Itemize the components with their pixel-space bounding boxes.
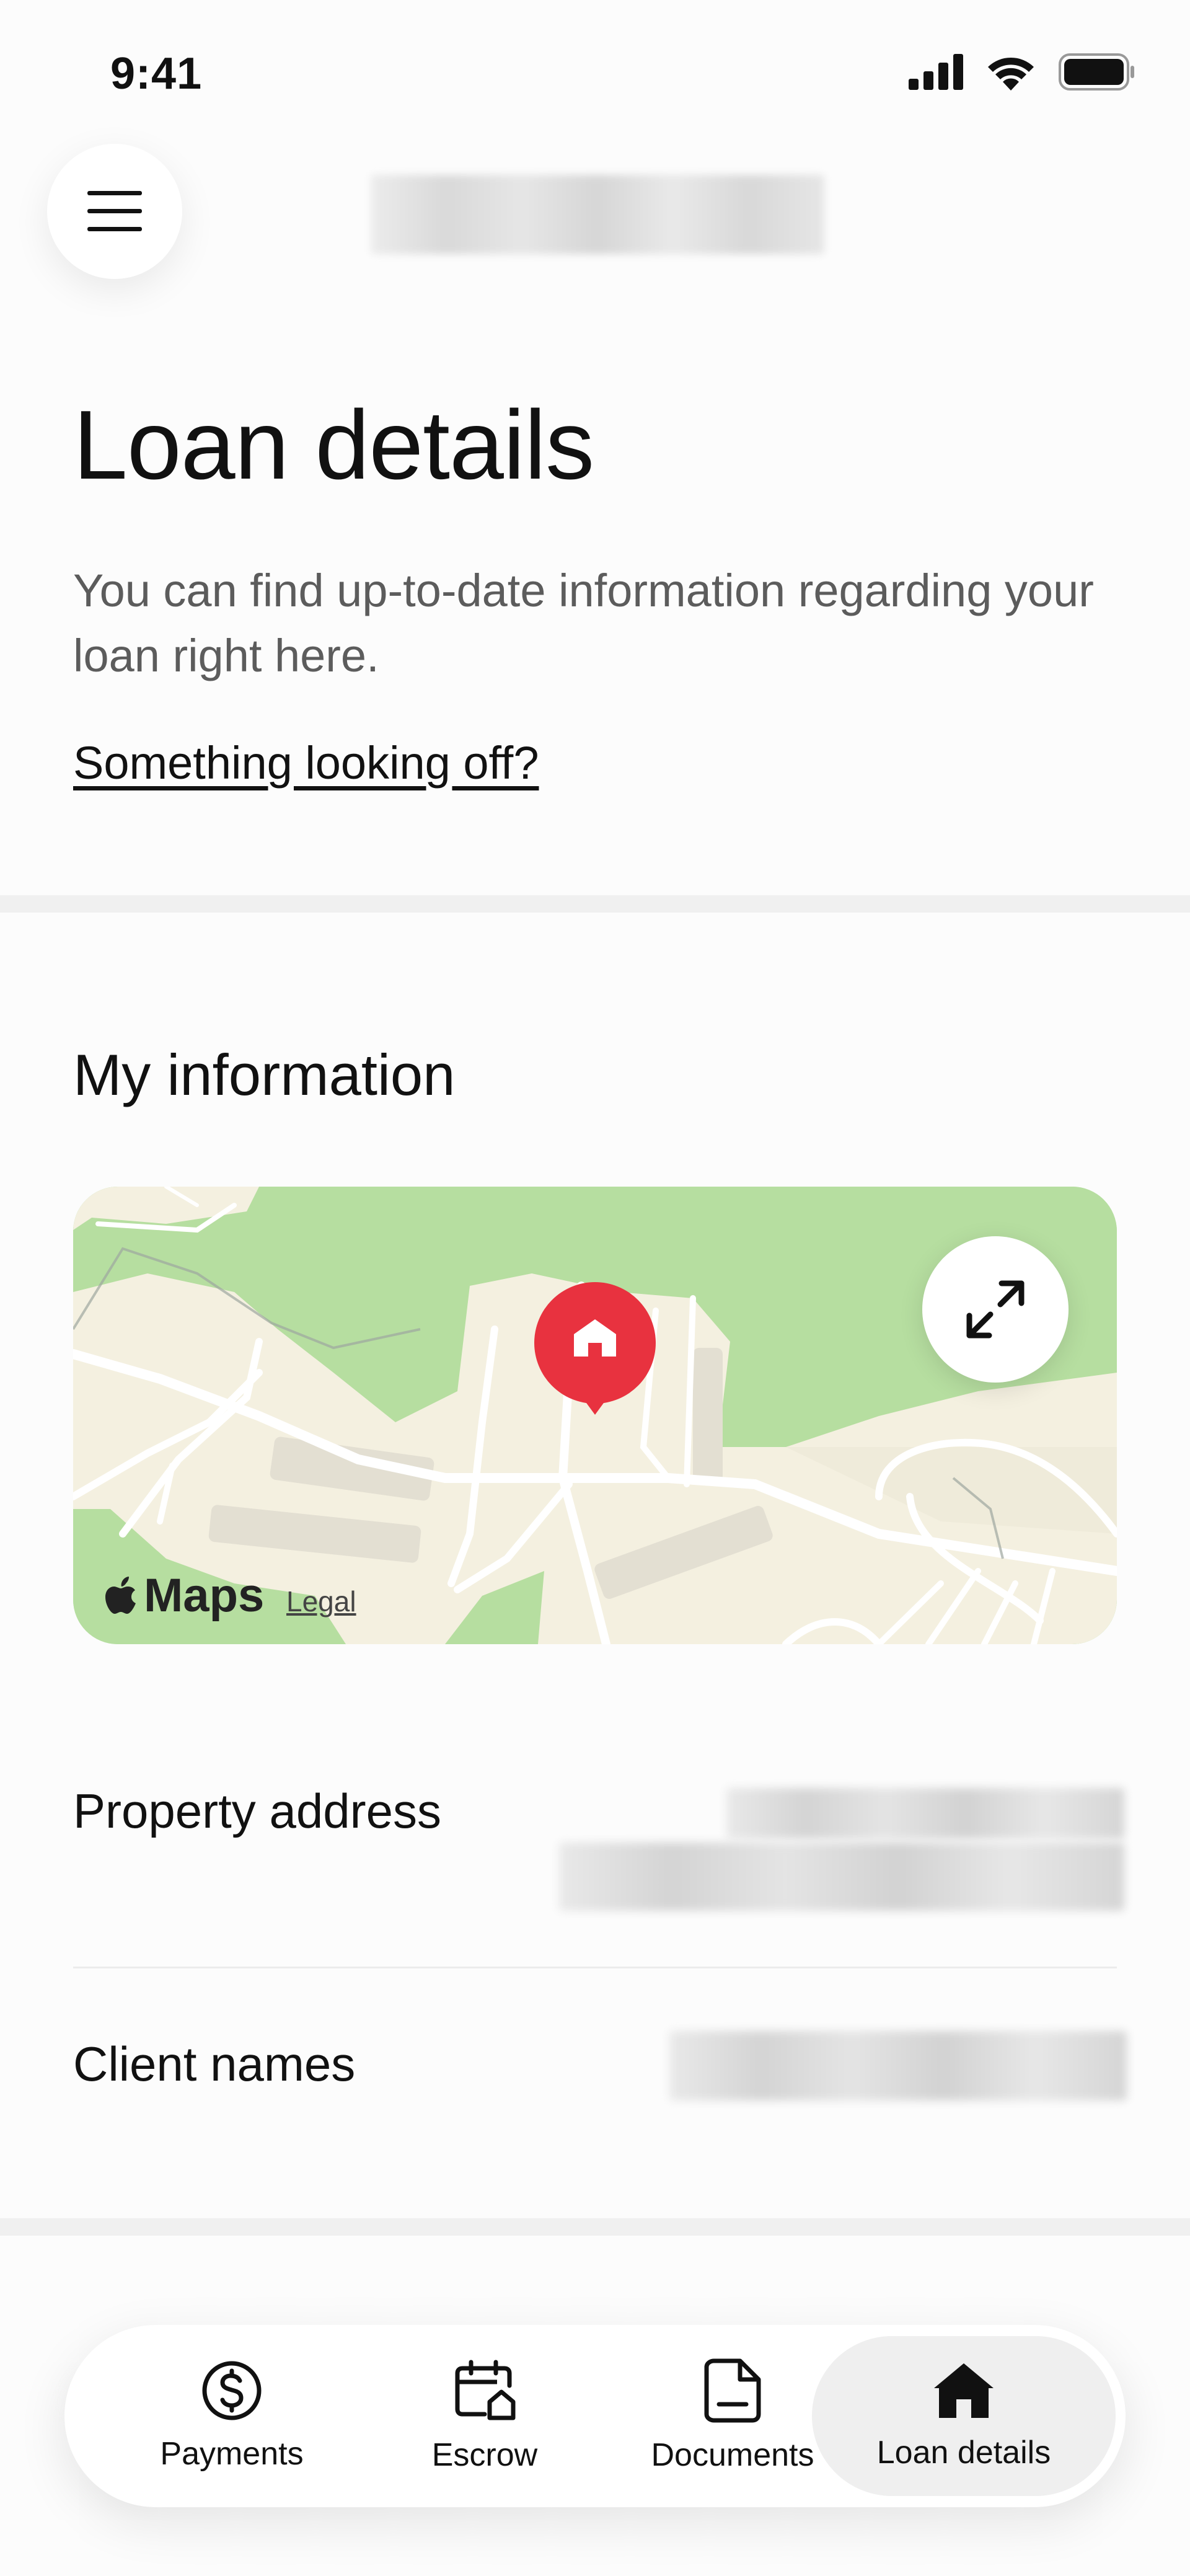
- my-information-title: My information: [73, 1042, 456, 1107]
- home-icon: [934, 2363, 994, 2418]
- apple-logo-icon: [105, 1576, 136, 1614]
- section-divider: [0, 895, 1190, 913]
- cellular-signal-icon: [909, 54, 963, 90]
- status-time: 9:41: [110, 49, 203, 99]
- status-icons: [909, 53, 1135, 91]
- property-address-label: Property address: [73, 1784, 441, 1838]
- maps-legal-link[interactable]: Legal: [286, 1585, 356, 1618]
- hamburger-menu-icon: [87, 191, 142, 231]
- nav-documents-label: Documents: [651, 2437, 814, 2473]
- nav-loan-details[interactable]: Loan details: [812, 2336, 1116, 2496]
- section-divider: [0, 2218, 1190, 2236]
- wifi-icon: [988, 57, 1034, 91]
- client-names-label: Client names: [73, 2037, 356, 2091]
- menu-button[interactable]: [47, 144, 182, 279]
- nav-escrow[interactable]: Escrow: [398, 2325, 571, 2507]
- property-address-value-redacted: [726, 1788, 1124, 1839]
- calendar-home-icon: [455, 2360, 516, 2420]
- nav-payments-label: Payments: [160, 2436, 304, 2472]
- expand-icon: [966, 1280, 1025, 1339]
- expand-map-button[interactable]: [922, 1236, 1069, 1383]
- client-names-value-redacted: [669, 2031, 1127, 2100]
- nav-escrow-label: Escrow: [431, 2437, 538, 2473]
- battery-icon: [1059, 53, 1134, 91]
- dollar-circle-icon: [202, 2361, 262, 2420]
- page-description: You can find up-to-date information rega…: [73, 565, 1094, 681]
- row-divider: [73, 1967, 1117, 1968]
- nav-documents[interactable]: Documents: [627, 2325, 838, 2507]
- document-icon: [704, 2358, 761, 2423]
- brand-logo-redacted: [371, 175, 824, 254]
- maps-brand-label: Maps: [144, 1569, 265, 1622]
- property-address-value-redacted-line2: [559, 1843, 1124, 1911]
- page-title: Loan details: [73, 391, 594, 500]
- nav-loan-details-label: Loan details: [876, 2435, 1051, 2471]
- maps-attribution: Maps: [104, 1569, 264, 1622]
- nav-payments[interactable]: Payments: [145, 2325, 319, 2507]
- bottom-navigation: Payments Escrow Documents Loan details: [64, 2325, 1126, 2507]
- something-looking-off-link[interactable]: Something looking off?: [73, 737, 539, 789]
